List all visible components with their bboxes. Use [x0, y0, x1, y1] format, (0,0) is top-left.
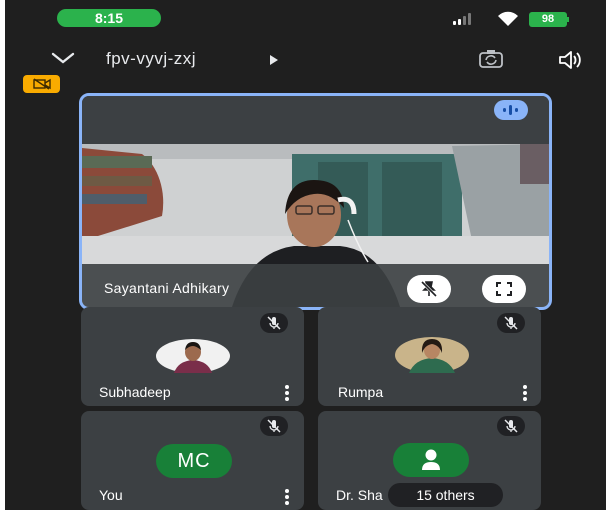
mic-off-icon [267, 419, 281, 433]
camera-off-badge[interactable] [23, 75, 60, 93]
meeting-code[interactable]: fpv-vyvj-zxj [106, 49, 196, 69]
status-time: 8:15 [57, 9, 161, 27]
speaker-icon[interactable] [557, 50, 583, 70]
participant-tile[interactable]: Subhadeep [81, 307, 304, 406]
participant-name: You [99, 487, 123, 503]
participant-name: Sayantani Adhikary [104, 280, 230, 296]
avatar-photo [395, 337, 469, 373]
video-off-icon [33, 78, 51, 90]
audio-wave-icon [503, 105, 518, 115]
play-arrow-icon[interactable] [269, 54, 279, 66]
avatar-initials: MC [156, 444, 232, 478]
more-options-icon[interactable] [285, 385, 289, 403]
fullscreen-icon [496, 282, 512, 296]
participant-name: Subhadeep [99, 384, 171, 400]
mic-off-badge [260, 313, 288, 333]
self-tile[interactable]: MC You [81, 411, 304, 510]
mic-off-badge [260, 416, 288, 436]
switch-camera-icon[interactable] [478, 49, 504, 69]
pin-off-icon [420, 280, 438, 298]
more-options-icon[interactable] [523, 385, 527, 403]
signal-icon [453, 13, 477, 25]
unpin-button[interactable] [407, 275, 451, 303]
avatar-photo [156, 339, 230, 373]
mic-off-badge [497, 416, 525, 436]
participant-name: Rumpa [338, 384, 384, 400]
mic-off-icon [504, 419, 518, 433]
participant-tile[interactable]: Rumpa [318, 307, 541, 406]
mic-off-icon [504, 316, 518, 330]
chevron-down-icon[interactable] [50, 50, 76, 66]
video-feed [82, 96, 549, 307]
mic-off-icon [267, 316, 281, 330]
avatar-default [393, 443, 469, 477]
speaking-indicator [494, 100, 528, 120]
mic-off-badge [497, 313, 525, 333]
participant-tile[interactable]: Dr. Sha 15 others [318, 411, 541, 510]
others-chip[interactable]: 15 others [388, 483, 503, 507]
participant-name: Dr. Sha [336, 487, 383, 503]
person-icon [422, 449, 440, 470]
battery-indicator: 98 [529, 12, 567, 27]
fullscreen-button[interactable] [482, 275, 526, 303]
meet-call-screen: 8:15 98 fpv-vyvj-zxj Sayantani Adhikary … [5, 0, 606, 510]
active-speaker-tile[interactable]: Sayantani Adhikary [79, 93, 552, 310]
more-options-icon[interactable] [285, 489, 289, 507]
wifi-icon [498, 11, 518, 26]
battery-tip [567, 17, 569, 22]
